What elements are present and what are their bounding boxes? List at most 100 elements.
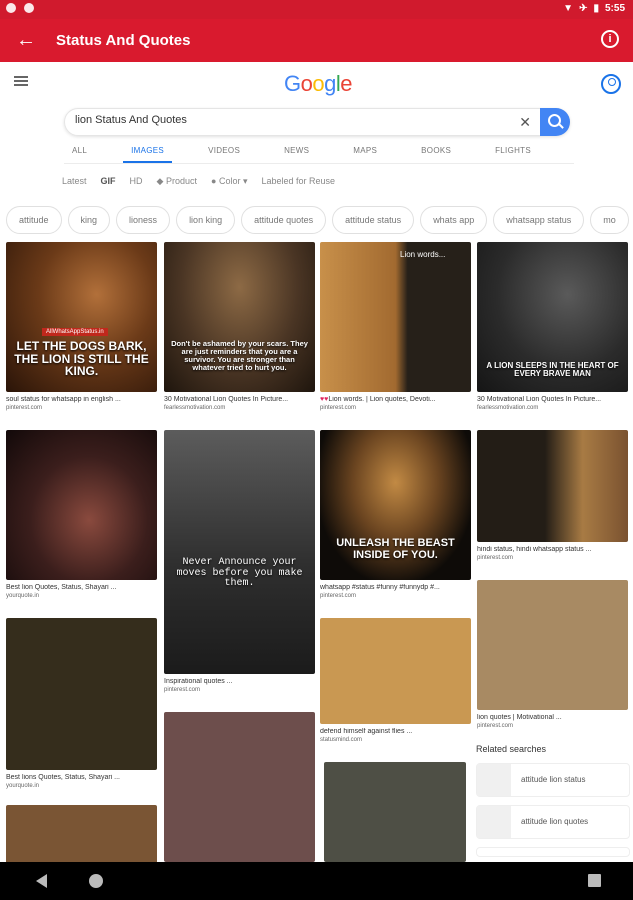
battery-icon: ▮ [593,3,599,14]
chip[interactable]: attitude quotes [241,206,327,234]
chip[interactable]: attitude status [332,206,415,234]
result-thumbnail[interactable] [6,430,157,580]
result-thumbnail[interactable] [477,580,628,710]
related-thumbnail [477,806,511,838]
image-result[interactable] [6,805,157,862]
tab-videos[interactable]: VIDEOS [200,140,248,163]
result-caption[interactable]: Best lions Quotes, Status, Shayari ... [6,774,157,781]
clear-icon[interactable]: ✕ [519,114,531,130]
result-caption[interactable]: defend himself against flies ... [320,728,471,735]
result-caption[interactable]: lion quotes | Motivational ... [477,714,628,721]
image-result[interactable]: UNLEASH THE BEAST INSIDE OF YOU. whatsap… [320,430,471,599]
chip[interactable]: lioness [116,206,171,234]
result-caption[interactable]: Best lion Quotes, Status, Shayari ... [6,584,157,591]
image-result[interactable]: hindi status, hindi whatsapp status ... … [477,430,628,561]
tool-latest[interactable]: Latest [62,176,87,187]
search-button[interactable] [540,108,570,136]
tool-labeled-reuse[interactable]: Labeled for Reuse [262,176,336,187]
info-icon[interactable]: i [601,30,619,48]
related-search-label: attitude lion quotes [521,817,589,826]
image-overlay-text: Don't be ashamed by your scars. They are… [171,339,308,372]
related-thumbnail [477,764,511,796]
suggestion-chips: attitude king lioness lion king attitude… [6,206,633,234]
related-search-item[interactable] [476,847,630,857]
tab-images[interactable]: IMAGES [123,140,173,163]
image-result[interactable] [164,712,315,862]
recents-icon[interactable] [588,874,601,887]
result-caption[interactable]: 30 Motivational Lion Quotes In Picture..… [477,396,628,403]
result-source: statusmind.com [320,737,363,743]
image-result[interactable]: AllWhatsAppStatus.in LET THE DOGS BARK, … [6,242,157,411]
result-source: pinterest.com [320,405,357,411]
result-thumbnail[interactable]: A LION SLEEPS IN THE HEART OF EVERY BRAV… [477,242,628,392]
chip[interactable]: king [67,206,111,234]
app-bar: ← Status And Quotes i [0,19,633,62]
image-result[interactable]: defend himself against flies ... statusm… [320,618,471,743]
palette-icon: ● [211,176,217,186]
result-thumbnail[interactable] [324,762,466,862]
result-thumbnail[interactable] [320,618,471,724]
result-thumbnail[interactable]: UNLEASH THE BEAST INSIDE OF YOU. [320,430,471,580]
wifi-icon: ▼ [563,3,574,14]
back-icon[interactable] [36,874,47,888]
result-caption[interactable]: soul status for whatsapp in english ... [6,396,157,403]
tab-news[interactable]: NEWS [276,140,317,163]
home-icon[interactable] [89,874,103,888]
image-overlay-text: Never Announce your moves before you mak… [176,557,303,589]
result-thumbnail[interactable] [477,430,628,542]
tool-hd[interactable]: HD [130,176,143,187]
tool-gif[interactable]: GIF [101,176,116,187]
related-search-item[interactable]: attitude lion status [476,763,630,797]
logo-letter: o [300,71,313,96]
result-thumbnail[interactable]: Never Announce your moves before you mak… [164,430,315,674]
image-result[interactable]: Best lion Quotes, Status, Shayari ... yo… [6,430,157,599]
result-thumbnail[interactable]: Don't be ashamed by your scars. They are… [164,242,315,392]
tab-books[interactable]: BOOKS [413,140,459,163]
hamburger-menu-icon[interactable] [14,76,28,86]
image-overlay-text: Lion words... [400,250,446,259]
chip[interactable]: lion king [176,206,236,234]
result-thumbnail[interactable] [164,712,315,862]
related-search-item[interactable]: attitude lion quotes [476,805,630,839]
result-thumbnail[interactable] [6,618,157,770]
result-source: pinterest.com [6,405,43,411]
image-result[interactable]: Best lions Quotes, Status, Shayari ... y… [6,618,157,789]
image-overlay-text: A LION SLEEPS IN THE HEART OF EVERY BRAV… [486,361,619,379]
result-thumbnail[interactable]: AllWhatsAppStatus.in LET THE DOGS BARK, … [6,242,157,392]
search-input[interactable] [75,114,495,126]
tab-all[interactable]: ALL [64,140,95,163]
tool-color[interactable]: ● Color ▾ [211,176,248,187]
logo-letter: o [312,71,325,96]
back-arrow-icon[interactable]: ← [16,29,36,51]
result-thumbnail[interactable] [6,805,157,862]
status-bar: ▼ ✈ ▮ 5:55 [0,0,633,19]
chip[interactable]: mo [590,206,629,234]
related-searches: Related searches attitude lion status at… [476,744,630,865]
result-source: pinterest.com [477,555,514,561]
image-result[interactable]: Lion words... ♥♥Lion words. | Lion quote… [320,242,471,411]
image-result[interactable]: Never Announce your moves before you mak… [164,430,315,693]
result-thumbnail[interactable]: Lion words... [320,242,471,392]
tab-flights[interactable]: FLIGHTS [487,140,539,163]
result-caption[interactable]: whatsapp #status #funny #funnydp #... [320,584,471,591]
result-caption[interactable]: ♥♥Lion words. | Lion quotes, Devoti... [320,396,471,403]
result-caption[interactable]: hindi status, hindi whatsapp status ... [477,546,628,553]
tool-product-label: Product [165,176,197,186]
tab-maps[interactable]: MAPS [345,140,385,163]
google-logo[interactable]: Google [284,71,353,97]
image-result[interactable]: Don't be ashamed by your scars. They are… [164,242,315,411]
notification-icon [24,3,34,13]
tool-color-label: Color [218,176,241,186]
tool-product[interactable]: ◆ Product [157,176,197,187]
chip[interactable]: whats app [420,206,488,234]
chip[interactable]: whatsapp status [493,206,585,234]
image-result[interactable] [324,762,466,862]
result-caption[interactable]: 30 Motivational Lion Quotes In Picture..… [164,396,315,403]
account-icon[interactable] [601,74,621,94]
result-caption[interactable]: Inspirational quotes ... [164,678,315,685]
chip[interactable]: attitude [6,206,62,234]
tag-icon: ◆ [156,176,164,186]
image-result[interactable]: lion quotes | Motivational ... pinterest… [477,580,628,729]
image-result[interactable]: A LION SLEEPS IN THE HEART OF EVERY BRAV… [477,242,628,411]
result-source: pinterest.com [477,723,514,729]
